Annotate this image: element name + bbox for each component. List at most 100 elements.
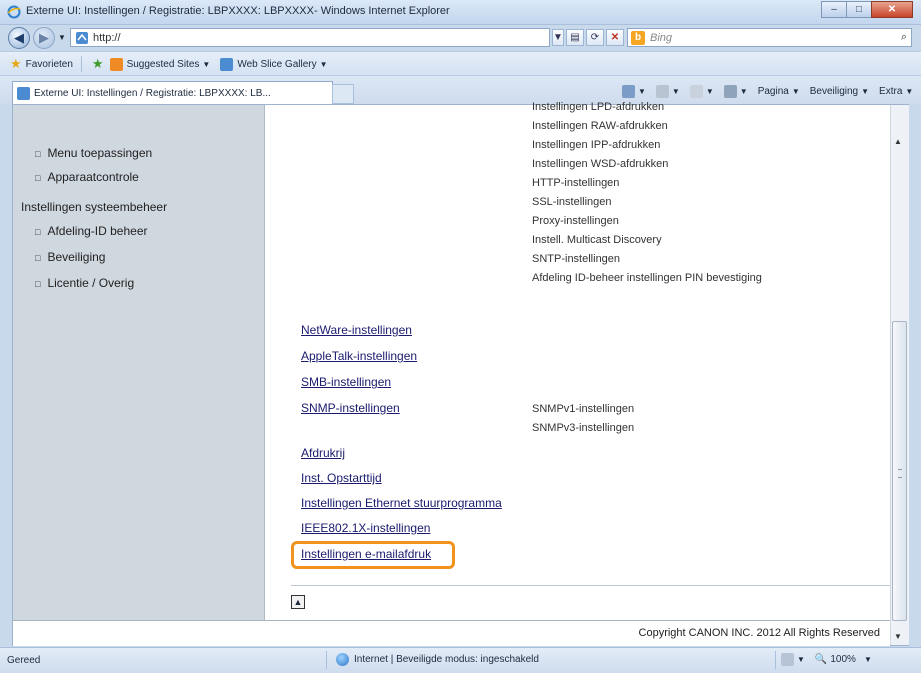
home-icon [622, 84, 635, 98]
print-icon [723, 84, 737, 98]
vertical-scrollbar[interactable]: ▲ ▼ [890, 105, 909, 645]
extra-menu[interactable]: Extra ▼ [879, 86, 913, 97]
search-placeholder: Bing [650, 31, 673, 44]
feeds-button[interactable]: ▼ [655, 84, 680, 98]
print-button[interactable]: ▼ [723, 84, 748, 98]
stop-icon: ✕ [610, 32, 620, 43]
copyright-text: Copyright CANON INC. 2012 All Rights Res… [638, 627, 880, 639]
back-button[interactable]: ◀ [8, 27, 30, 49]
suggested-sites-icon [109, 57, 123, 71]
ie-logo-icon [7, 5, 21, 19]
protected-mode-icon[interactable] [781, 653, 794, 666]
chevron-down-icon: ▼ [671, 86, 680, 96]
page-icon [76, 31, 88, 44]
security-zone[interactable]: Internet | Beveiligde modus: ingeschakel… [336, 653, 539, 666]
link-appletalk[interactable]: AppleTalk-instellingen [301, 349, 417, 363]
bing-logo-icon: b [631, 30, 645, 45]
security-menu[interactable]: Beveiliging ▼ [810, 86, 869, 97]
forward-arrow-icon: ▶ [39, 30, 49, 45]
page-menu-label: Pagina [757, 85, 789, 97]
scroll-down-icon[interactable]: ▼ [894, 632, 902, 641]
link-afdrukrij[interactable]: Afdrukrij [301, 446, 345, 460]
status-separator [775, 651, 776, 669]
web-slice-gallery-item[interactable]: Web Slice Gallery ▼ [220, 57, 328, 71]
new-tab-button[interactable] [332, 84, 354, 104]
mail-button[interactable]: ▼ [689, 84, 714, 98]
maximize-button[interactable]: □ [846, 1, 872, 18]
sidebar-item-menu-toepassingen[interactable]: Menu toepassingen [35, 146, 152, 160]
forward-button[interactable]: ▶ [33, 27, 55, 49]
zoom-level[interactable]: 100% [830, 654, 856, 665]
title-bar: Externe UI: Instellingen / Registratie: … [0, 0, 921, 25]
feeds-icon [655, 84, 669, 98]
scrollbar-grip-icon [898, 469, 902, 478]
sub-setting-lpd: Instellingen LPD-afdrukken [532, 101, 665, 113]
search-icon[interactable]: ⌕ [901, 31, 907, 44]
favorites-separator [80, 56, 82, 72]
chevron-down-icon: ▼ [705, 86, 714, 96]
link-opstarttijd[interactable]: Inst. Opstarttijd [301, 471, 382, 485]
favorites-star-icon: ★ [10, 56, 22, 71]
sub-setting-http: HTTP-instellingen [532, 177, 620, 189]
scrollbar-thumb[interactable] [892, 321, 907, 621]
sub-setting-wsd: Instellingen WSD-afdrukken [532, 158, 669, 170]
sidebar-item-licentie-overig[interactable]: Licentie / Overig [35, 276, 134, 290]
home-button[interactable]: ▼ [622, 84, 646, 98]
favorites-label: Favorieten [25, 58, 73, 70]
favorites-button[interactable]: ★ Favorieten [10, 56, 73, 72]
highlight-box [291, 541, 455, 569]
refresh-icon: ⟳ [590, 32, 600, 43]
link-ieee8021x[interactable]: IEEE802.1X-instellingen [301, 521, 430, 535]
sub-setting-proxy: Proxy-instellingen [532, 215, 619, 227]
compat-view-button[interactable]: ▤ [566, 29, 584, 46]
sub-setting-raw: Instellingen RAW-afdrukken [532, 120, 668, 132]
page-menu[interactable]: Pagina ▼ [758, 86, 800, 97]
scroll-up-icon[interactable]: ▲ [894, 137, 902, 146]
link-ethernet[interactable]: Instellingen Ethernet stuurprogramma [301, 496, 502, 510]
tab-row: Externe UI: Instellingen / Registratie: … [0, 75, 921, 104]
address-input[interactable]: http:// [70, 28, 550, 47]
sidebar-item-apparaatcontrole[interactable]: Apparaatcontrole [35, 170, 138, 184]
mail-icon [689, 84, 703, 98]
refresh-button[interactable]: ⟳ [586, 29, 604, 46]
tab-label: Externe UI: Instellingen / Registratie: … [34, 87, 271, 99]
up-arrow-icon: ▲ [293, 597, 303, 607]
sub-setting-ssl: SSL-instellingen [532, 196, 612, 208]
status-text: Gereed [7, 655, 41, 666]
sub-setting-snmpv3: SNMPv3-instellingen [532, 422, 635, 434]
address-row: ◀ ▶ ▼ http:// ▼ ▤ ⟳ ✕ b Bing ⌕ [0, 25, 921, 51]
chevron-down-icon: ▼ [791, 86, 800, 96]
link-smb[interactable]: SMB-instellingen [301, 375, 391, 389]
add-favorite-icon: ★ [91, 56, 104, 71]
add-favorite-button[interactable]: ★ [92, 56, 108, 72]
history-dropdown-icon[interactable]: ▼ [58, 33, 66, 42]
url-text: http:// [93, 31, 121, 44]
sidebar-item-afdeling-id-beheer[interactable]: Afdeling-ID beheer [35, 224, 147, 238]
stop-button[interactable]: ✕ [606, 29, 624, 46]
status-separator [326, 651, 327, 669]
tab-active[interactable]: Externe UI: Instellingen / Registratie: … [12, 81, 333, 104]
favorites-bar: ★ Favorieten ★ Suggested Sites ▼ Web Sli… [0, 51, 921, 76]
link-netware[interactable]: NetWare-instellingen [301, 323, 412, 337]
back-to-top-button[interactable]: ▲ [291, 595, 305, 609]
zoom-icon: 🔍 [814, 654, 828, 665]
window-title: Externe UI: Instellingen / Registratie: … [26, 5, 450, 17]
sidebar: Menu toepassingen Apparaatcontrole Inste… [13, 105, 265, 620]
status-bar: Gereed Internet | Beveiligde modus: inge… [0, 647, 921, 673]
sub-setting-multicast: Instell. Multicast Discovery [532, 234, 662, 246]
address-dropdown-button[interactable]: ▼ [552, 29, 564, 46]
chevron-down-icon[interactable]: ▼ [797, 655, 805, 664]
close-button[interactable]: ✕ [871, 1, 913, 18]
web-slice-gallery-label: Web Slice Gallery [237, 58, 317, 70]
suggested-sites-item[interactable]: Suggested Sites ▼ [109, 57, 211, 71]
chevron-down-icon: ▼ [202, 59, 211, 69]
chevron-down-icon[interactable]: ▼ [864, 655, 872, 664]
page-content: Menu toepassingen Apparaatcontrole Inste… [12, 101, 909, 646]
footer: Copyright CANON INC. 2012 All Rights Res… [13, 620, 890, 646]
link-snmp[interactable]: SNMP-instellingen [301, 401, 400, 415]
security-menu-label: Beveiliging [809, 85, 859, 97]
sidebar-item-beveiliging[interactable]: Beveiliging [35, 250, 105, 264]
minimize-button[interactable]: – [821, 1, 847, 18]
divider [291, 585, 890, 586]
search-input[interactable]: b Bing ⌕ [627, 28, 912, 47]
